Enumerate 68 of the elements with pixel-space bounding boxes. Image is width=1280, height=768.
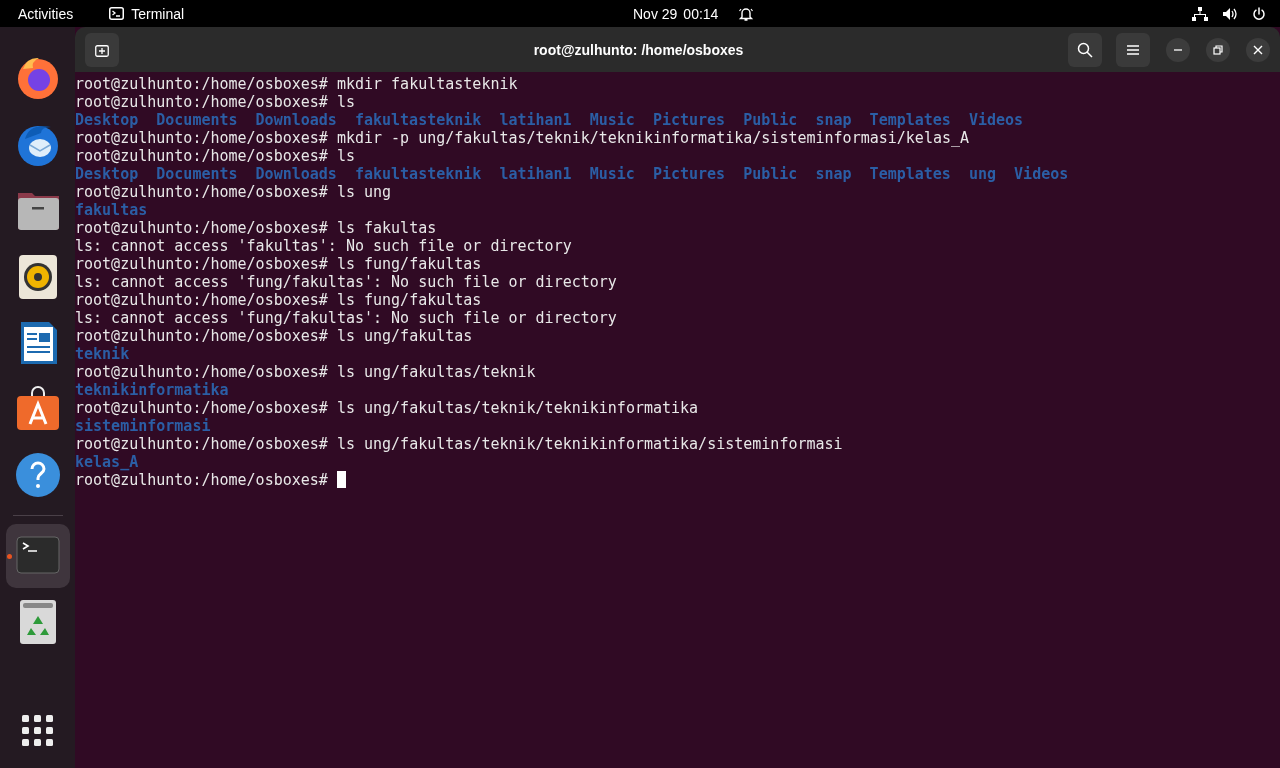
- directory-name: latihan1: [499, 165, 572, 183]
- directory-name: Public: [743, 165, 798, 183]
- directory-name: Documents: [156, 111, 238, 129]
- minimize-button[interactable]: [1166, 37, 1190, 62]
- terminal-prompt: root@zulhunto:/home/osboxes#: [75, 471, 328, 489]
- directory-name: Music: [589, 111, 635, 129]
- directory-name: Desktop: [75, 165, 139, 183]
- terminal-line: root@zulhunto:/home/osboxes# ls ung/fakultas/teknik/teknikinformatika: [75, 399, 699, 417]
- directory-name: fakultas: [75, 201, 148, 219]
- directory-name: Videos: [968, 111, 1024, 129]
- new-tab-button[interactable]: [85, 32, 119, 67]
- window-title: root@zulhunto: /home/osboxes: [532, 41, 745, 58]
- terminal-line: root@zulhunto:/home/osboxes# ls ung/fakultas: [75, 327, 473, 345]
- directory-name: Templates: [869, 165, 951, 183]
- directory-name: sisteminformasi: [75, 417, 211, 435]
- terminal-line: ls: cannot access 'fung/fakultas': No such file or directory: [75, 273, 617, 291]
- directory-name: teknik: [75, 345, 130, 363]
- terminal-line: ls: cannot access 'fung/fakultas': No such file or directory: [75, 309, 617, 327]
- close-icon: [1253, 44, 1263, 55]
- menu-button[interactable]: [1116, 32, 1150, 67]
- directory-name: Templates: [869, 111, 951, 129]
- directory-name: teknikinformatika: [75, 381, 229, 399]
- terminal-line: root@zulhunto:/home/osboxes# ls ung: [75, 183, 392, 201]
- terminal-line: root@zulhunto:/home/osboxes# ls fakultas: [75, 219, 437, 237]
- terminal-line: root@zulhunto:/home/osboxes# mkdir fakultasteknik: [75, 75, 518, 93]
- app-menu-label[interactable]: Terminal: [131, 5, 185, 22]
- directory-name: Downloads: [255, 165, 337, 183]
- directory-name: Public: [743, 111, 798, 129]
- directory-name: Pictures: [652, 165, 726, 183]
- network-icon: [1192, 6, 1208, 21]
- directory-name: Desktop: [75, 111, 139, 129]
- close-button[interactable]: [1246, 37, 1270, 62]
- directory-name: fakultasteknik: [354, 165, 482, 183]
- activities-button[interactable]: Activities: [18, 5, 74, 22]
- directory-name: kelas_A: [75, 453, 139, 471]
- terminal-line: root@zulhunto:/home/osboxes# mkdir -p ung/fakultas/teknik/teknikinformatika/sisteminformasi/kelas_A: [75, 129, 970, 147]
- app-grid-icon[interactable]: [22, 715, 53, 746]
- directory-name: latihan1: [499, 111, 572, 129]
- date-label[interactable]: Nov 29: [633, 5, 678, 22]
- terminal-line: root@zulhunto:/home/osboxes# ls: [75, 147, 355, 165]
- question-mark-icon[interactable]: [14, 451, 61, 499]
- clock-label[interactable]: 00:14: [683, 5, 723, 22]
- terminal-line: root@zulhunto:/home/osboxes# ls fung/fakultas: [75, 255, 482, 273]
- terminal-line: root@zulhunto:/home/osboxes# ls fung/fakultas: [75, 291, 482, 309]
- directory-name: snap: [815, 165, 852, 183]
- directory-name: Music: [589, 165, 635, 183]
- restore-icon: [1213, 44, 1223, 55]
- terminal-line: root@zulhunto:/home/osboxes# ls: [75, 93, 355, 111]
- directory-name: Documents: [156, 165, 238, 183]
- power-icon: [1252, 6, 1266, 21]
- directory-name: Pictures: [652, 111, 726, 129]
- directory-name: ung: [968, 165, 997, 183]
- directory-name: snap: [815, 111, 852, 129]
- shopping-bag-icon[interactable]: [14, 385, 61, 433]
- terminal-line: ls: cannot access 'fakultas': No such file or directory: [75, 237, 572, 255]
- new-tab-icon: [95, 42, 109, 57]
- menu-icon: [1127, 44, 1139, 55]
- terminal-icon: [109, 7, 125, 20]
- directory-name: Videos: [1014, 165, 1069, 183]
- maximize-button[interactable]: [1206, 37, 1230, 62]
- terminal-line: root@zulhunto:/home/osboxes# ls ung/fakultas/teknik: [75, 363, 536, 381]
- directory-name: fakultasteknik: [354, 111, 482, 129]
- bell-icon: [738, 5, 755, 22]
- terminal-line: root@zulhunto:/home/osboxes# ls ung/fakultas/teknik/teknikinformatika/sisteminformasi: [75, 435, 843, 453]
- search-button[interactable]: [1068, 32, 1102, 67]
- volume-icon: [1222, 6, 1238, 21]
- search-icon: [1077, 41, 1093, 58]
- directory-name: Downloads: [255, 111, 337, 129]
